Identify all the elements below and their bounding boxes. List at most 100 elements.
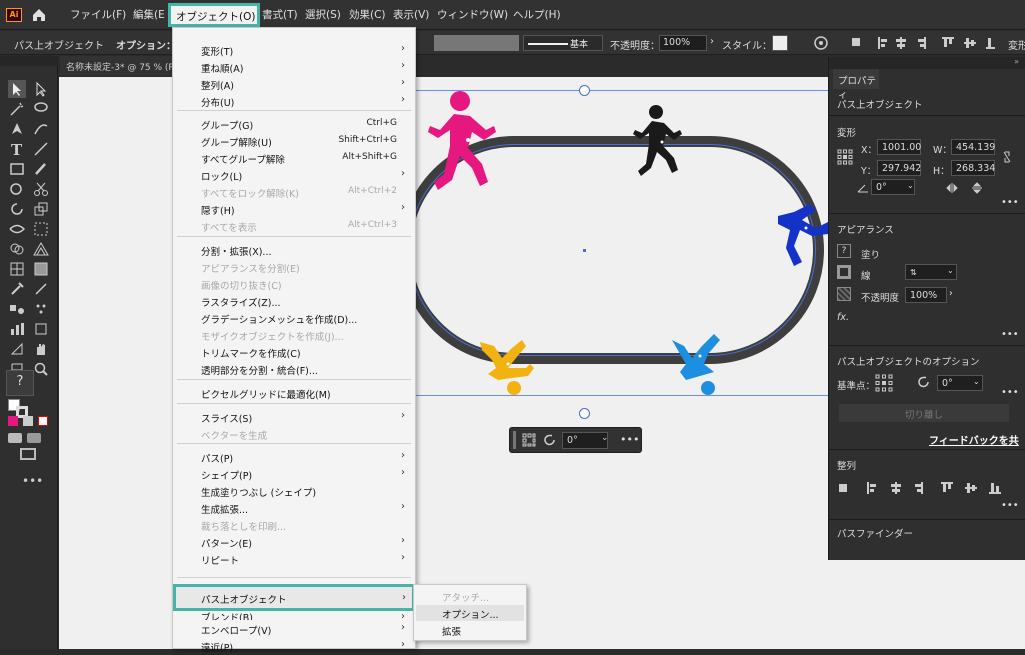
object-menu-item[interactable]: グループ解除(U) Shift+Ctrl+G [173,133,415,150]
type-tool-icon[interactable]: T [8,140,26,159]
object-menu-item[interactable]: 変形(T) › [173,42,415,59]
y-input[interactable]: 297.942 [877,160,921,176]
draw-behind-icon[interactable] [27,433,41,443]
opacity-arrow-icon[interactable]: › [710,36,714,47]
menu-type[interactable]: 書式(T) [262,7,298,22]
mesh-tool-icon[interactable] [8,260,26,278]
object-menu-item[interactable]: 分割・拡張(X)... [173,242,415,259]
stroke-chevron-icon[interactable]: ⌄ [947,266,954,275]
object-menu-item[interactable]: グラデーションメッシュを作成(D)... [173,310,415,327]
more-options-icon[interactable]: ••• [620,433,639,446]
stroke-swatch-icon[interactable] [837,265,851,279]
object-menu-item[interactable]: エンベロープ(V) › [173,621,415,638]
stroke-weight-field[interactable] [434,35,519,51]
help-tool-icon[interactable]: ? [6,370,34,396]
chevron-down-icon[interactable]: ⌄ [601,433,609,443]
style-swatch[interactable] [772,35,788,51]
scale-tool-icon[interactable] [32,200,50,218]
runner-blue-icon[interactable] [772,200,828,268]
menu-help[interactable]: ヘルプ(H) [513,7,561,22]
object-menu-item[interactable]: すべてグループ解除 Alt+Shift+G [173,150,415,167]
object-menu-item[interactable]: 透明部分を分割・統合(F)... [173,361,415,378]
opacity-input[interactable]: 100% [905,287,947,303]
object-menu-item[interactable]: ピクセルグリッドに最適化(M) [173,385,415,402]
menu-window[interactable]: ウィンドウ(W) [437,7,508,22]
runner-yellow-icon[interactable] [478,338,542,398]
object-menu-item[interactable]: トリムマークを作成(C) [173,344,415,361]
align-buttons-icon[interactable] [837,481,1012,495]
direct-selection-tool-icon[interactable] [32,80,50,98]
reference-point-icon[interactable] [522,433,536,447]
opacity-field[interactable]: 100% [659,35,707,51]
transform-overflow-label[interactable]: 変形 [1008,37,1025,52]
paintbrush-tool-icon[interactable] [32,160,50,178]
rotate-tool-icon[interactable] [8,200,26,218]
align-more-icon[interactable]: ••• [1001,500,1019,511]
panel-collapse-icon[interactable]: » [1014,57,1019,66]
angle-chevron-icon[interactable]: ⌄ [907,181,914,190]
object-menu-item[interactable]: グループ(G) Ctrl+G [173,116,415,133]
object-menu-item[interactable]: ロック(L) › [173,167,415,184]
menu-view[interactable]: 表示(V) [393,7,429,22]
object-menu-item[interactable]: リピート › [173,551,415,568]
pathobj-more-icon[interactable]: ••• [1001,387,1019,398]
object-menu-item[interactable]: 分布(U) › [173,93,415,110]
feedback-link[interactable]: フィードバックを共 [929,432,1019,447]
blend-tool-icon[interactable] [8,300,26,318]
fill-swatch-icon[interactable]: ? [837,244,851,258]
gradient-mode-icon[interactable] [23,416,33,426]
menu-file[interactable]: ファイル(F) [70,7,126,22]
recolor-icon[interactable] [814,36,828,50]
object-menu-item[interactable]: 隠す(H) › [173,201,415,218]
curvature-tool-icon[interactable] [32,120,50,138]
menu-object[interactable]: オブジェクト(O) [168,3,260,27]
object-menu-item[interactable]: 生成拡張... › [173,500,415,517]
runner-lightblue-icon[interactable] [670,332,726,398]
runner-magenta-icon[interactable] [424,90,504,190]
opacity-swatch-icon[interactable] [837,287,851,301]
graph-tool-icon[interactable] [8,320,26,338]
scissors-tool-icon[interactable] [32,180,50,198]
runner-black-icon[interactable] [630,104,688,176]
symbol-sprayer-tool-icon[interactable] [32,300,50,318]
pen-tool-icon[interactable] [8,120,26,138]
link-icon[interactable] [1001,150,1013,164]
detach-button[interactable]: 切り離し [839,404,1009,422]
object-menu-item[interactable]: シェイプ(P) › [173,466,415,483]
rectangle-tool-icon[interactable] [8,160,26,178]
options-button[interactable]: オプション： [116,37,176,52]
lasso-tool-icon[interactable] [32,100,50,118]
stroke-profile-select[interactable]: 基本 [523,35,603,51]
menu-item-objects-on-path[interactable]: パス上オブジェクト › [173,584,415,611]
screen-mode-icon[interactable] [20,448,36,460]
home-icon[interactable] [30,6,48,24]
submenu-expand[interactable]: 拡張 [416,622,524,638]
magic-wand-tool-icon[interactable] [8,100,26,118]
gradient-tool-icon[interactable] [32,260,50,278]
eyedropper-tool-icon[interactable] [8,280,26,298]
tab-properties[interactable]: プロパティ [833,69,879,101]
menu-select[interactable]: 選択(S) [305,7,341,22]
h-input[interactable]: 268.334 [951,160,995,176]
object-menu-item[interactable]: 重ね順(A) › [173,59,415,76]
width-tool-icon[interactable] [8,220,26,238]
object-menu-item[interactable]: ラスタライズ(Z)... [173,293,415,310]
shaper-tool-icon[interactable] [8,180,26,198]
object-menu-item[interactable]: パターン(E) › [173,534,415,551]
rotate-handle-icon[interactable] [579,408,590,419]
measure-tool-icon[interactable] [32,280,50,298]
zoom-tool-icon[interactable] [32,360,50,378]
anchor-point-icon[interactable] [875,374,893,392]
object-menu-item[interactable]: 生成塗りつぶし (シェイプ) [173,483,415,500]
object-menu-item[interactable]: ブレンド(B) › [173,610,415,620]
object-menu-item[interactable]: 遠近(P) › [173,638,415,655]
menu-edit[interactable]: 編集(E) [133,7,165,22]
draw-normal-icon[interactable] [8,433,22,443]
transform-more-icon[interactable]: ••• [1001,197,1019,208]
object-menu-item[interactable]: 整列(A) › [173,76,415,93]
w-input[interactable]: 454.139 [951,139,995,155]
x-input[interactable]: 1001.00 [877,139,921,155]
selection-tool-icon[interactable] [8,80,26,98]
none-mode-icon[interactable] [38,416,48,426]
perspective-grid-tool-icon[interactable] [32,240,50,258]
